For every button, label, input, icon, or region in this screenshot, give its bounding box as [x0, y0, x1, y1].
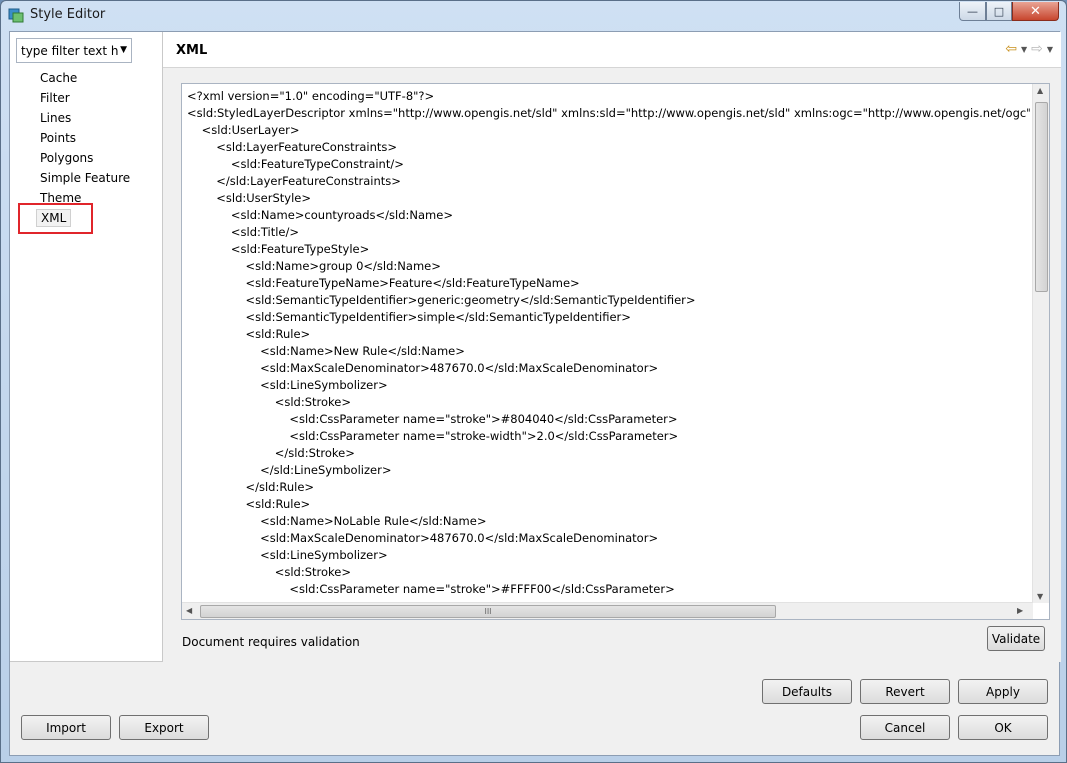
xml-code-line[interactable]: <sld:SemanticTypeIdentifier>generic:geom…: [187, 292, 1030, 309]
scroll-right-icon[interactable]: ▶: [1017, 606, 1023, 615]
sidebar-item-simple-feature[interactable]: Simple Feature: [40, 171, 130, 185]
xml-code-line[interactable]: <sld:LineSymbolizer>: [187, 547, 1030, 564]
xml-code-line[interactable]: <sld:StyledLayerDescriptor xmlns="http:/…: [187, 105, 1030, 122]
xml-code-line[interactable]: <sld:CssParameter name="stroke">#FFFF00<…: [187, 581, 1030, 598]
page-header: XML ⇦ ▼ ⇨ ▼: [163, 32, 1061, 68]
xml-code-line[interactable]: <sld:LayerFeatureConstraints>: [187, 139, 1030, 156]
window-title: Style Editor: [30, 7, 106, 22]
sidebar-item-polygons[interactable]: Polygons: [40, 151, 93, 165]
xml-code-line[interactable]: </sld:Rule>: [187, 479, 1030, 496]
xml-text-editor[interactable]: <?xml version="1.0" encoding="UTF-8"?> <s…: [181, 83, 1050, 620]
xml-code-area[interactable]: <?xml version="1.0" encoding="UTF-8"?> <s…: [187, 88, 1030, 600]
defaults-button[interactable]: Defaults: [762, 679, 852, 704]
xml-code-line[interactable]: <sld:Name>New Rule</sld:Name>: [187, 343, 1030, 360]
back-arrow-icon[interactable]: ⇦: [1005, 41, 1017, 57]
dialog-client-area: type filter text h ▼ Cache Filter Lines …: [9, 31, 1061, 756]
xml-code-line[interactable]: <sld:Title/>: [187, 224, 1030, 241]
xml-code-line[interactable]: <sld:UserLayer>: [187, 122, 1030, 139]
xml-code-line[interactable]: </sld:LineSymbolizer>: [187, 462, 1030, 479]
filter-input[interactable]: type filter text h ▼: [16, 38, 132, 63]
history-navigation: ⇦ ▼ ⇨ ▼: [1005, 41, 1053, 57]
xml-code-line[interactable]: <sld:Name>group 0</sld:Name>: [187, 258, 1030, 275]
horizontal-scrollbar[interactable]: ◀ III ▶: [182, 602, 1033, 619]
forward-arrow-icon[interactable]: ⇨: [1031, 41, 1043, 57]
title-bar[interactable]: Style Editor — □ ✕: [1, 1, 1066, 29]
xml-code-line[interactable]: <?xml version="1.0" encoding="UTF-8"?>: [187, 88, 1030, 105]
sidebar-item-lines[interactable]: Lines: [40, 111, 71, 125]
export-button[interactable]: Export: [119, 715, 209, 740]
scroll-left-icon[interactable]: ◀: [186, 606, 192, 615]
xml-code-line[interactable]: <sld:Name>countyroads</sld:Name>: [187, 207, 1030, 224]
validation-status: Document requires validation: [182, 635, 360, 649]
ok-button[interactable]: OK: [958, 715, 1048, 740]
filter-input-value: type filter text h: [21, 44, 119, 58]
revert-button[interactable]: Revert: [860, 679, 950, 704]
xml-code-line[interactable]: <sld:UserStyle>: [187, 190, 1030, 207]
vertical-scroll-thumb[interactable]: [1035, 102, 1048, 292]
xml-code-line[interactable]: <sld:LineSymbolizer>: [187, 377, 1030, 394]
maximize-button[interactable]: □: [986, 2, 1012, 21]
cancel-button[interactable]: Cancel: [860, 715, 950, 740]
selection-highlight-box: [18, 203, 93, 234]
xml-code-line[interactable]: <sld:Rule>: [187, 496, 1030, 513]
xml-code-line[interactable]: <sld:FeatureTypeStyle>: [187, 241, 1030, 258]
back-menu-chevron-icon[interactable]: ▼: [1021, 45, 1027, 57]
import-button[interactable]: Import: [21, 715, 111, 740]
validate-button[interactable]: Validate: [987, 626, 1045, 651]
xml-page: XML ⇦ ▼ ⇨ ▼ <?xml version="1.0" encoding…: [163, 32, 1061, 662]
xml-code-line[interactable]: </sld:LayerFeatureConstraints>: [187, 173, 1030, 190]
chevron-down-icon[interactable]: ▼: [120, 45, 127, 55]
sidebar-item-cache[interactable]: Cache: [40, 71, 77, 85]
style-editor-icon: [8, 8, 24, 23]
sidebar-item-filter[interactable]: Filter: [40, 91, 70, 105]
xml-code-line[interactable]: <sld:Stroke>: [187, 564, 1030, 581]
page-list-panel: type filter text h ▼ Cache Filter Lines …: [10, 32, 163, 662]
horizontal-scroll-thumb[interactable]: III: [200, 605, 776, 618]
close-button[interactable]: ✕: [1012, 2, 1059, 21]
xml-code-line[interactable]: <sld:Stroke>: [187, 394, 1030, 411]
forward-menu-chevron-icon[interactable]: ▼: [1047, 45, 1053, 57]
xml-code-line[interactable]: <sld:CssParameter name="stroke">#804040<…: [187, 411, 1030, 428]
xml-code-line[interactable]: <sld:MaxScaleDenominator>487670.0</sld:M…: [187, 530, 1030, 547]
xml-code-line[interactable]: <sld:FeatureTypeName>Feature</sld:Featur…: [187, 275, 1030, 292]
apply-button[interactable]: Apply: [958, 679, 1048, 704]
xml-code-line[interactable]: <sld:Name>NoLable Rule</sld:Name>: [187, 513, 1030, 530]
xml-code-line[interactable]: <sld:CssParameter name="stroke-width">2.…: [187, 428, 1030, 445]
page-title: XML: [176, 43, 208, 58]
xml-code-line[interactable]: <sld:FeatureTypeConstraint/>: [187, 156, 1030, 173]
style-editor-window: Style Editor — □ ✕ type filter text h ▼ …: [0, 0, 1067, 763]
minimize-button[interactable]: —: [959, 2, 986, 21]
xml-code-line[interactable]: </sld:Stroke>: [187, 445, 1030, 462]
vertical-scrollbar[interactable]: ▲ ▼: [1032, 84, 1049, 603]
xml-code-line[interactable]: <sld:Rule>: [187, 326, 1030, 343]
scroll-down-icon[interactable]: ▼: [1037, 592, 1043, 601]
sidebar-item-points[interactable]: Points: [40, 131, 76, 145]
xml-code-line[interactable]: <sld:MaxScaleDenominator>487670.0</sld:M…: [187, 360, 1030, 377]
scroll-up-icon[interactable]: ▲: [1037, 86, 1043, 95]
xml-code-line[interactable]: <sld:SemanticTypeIdentifier>simple</sld:…: [187, 309, 1030, 326]
